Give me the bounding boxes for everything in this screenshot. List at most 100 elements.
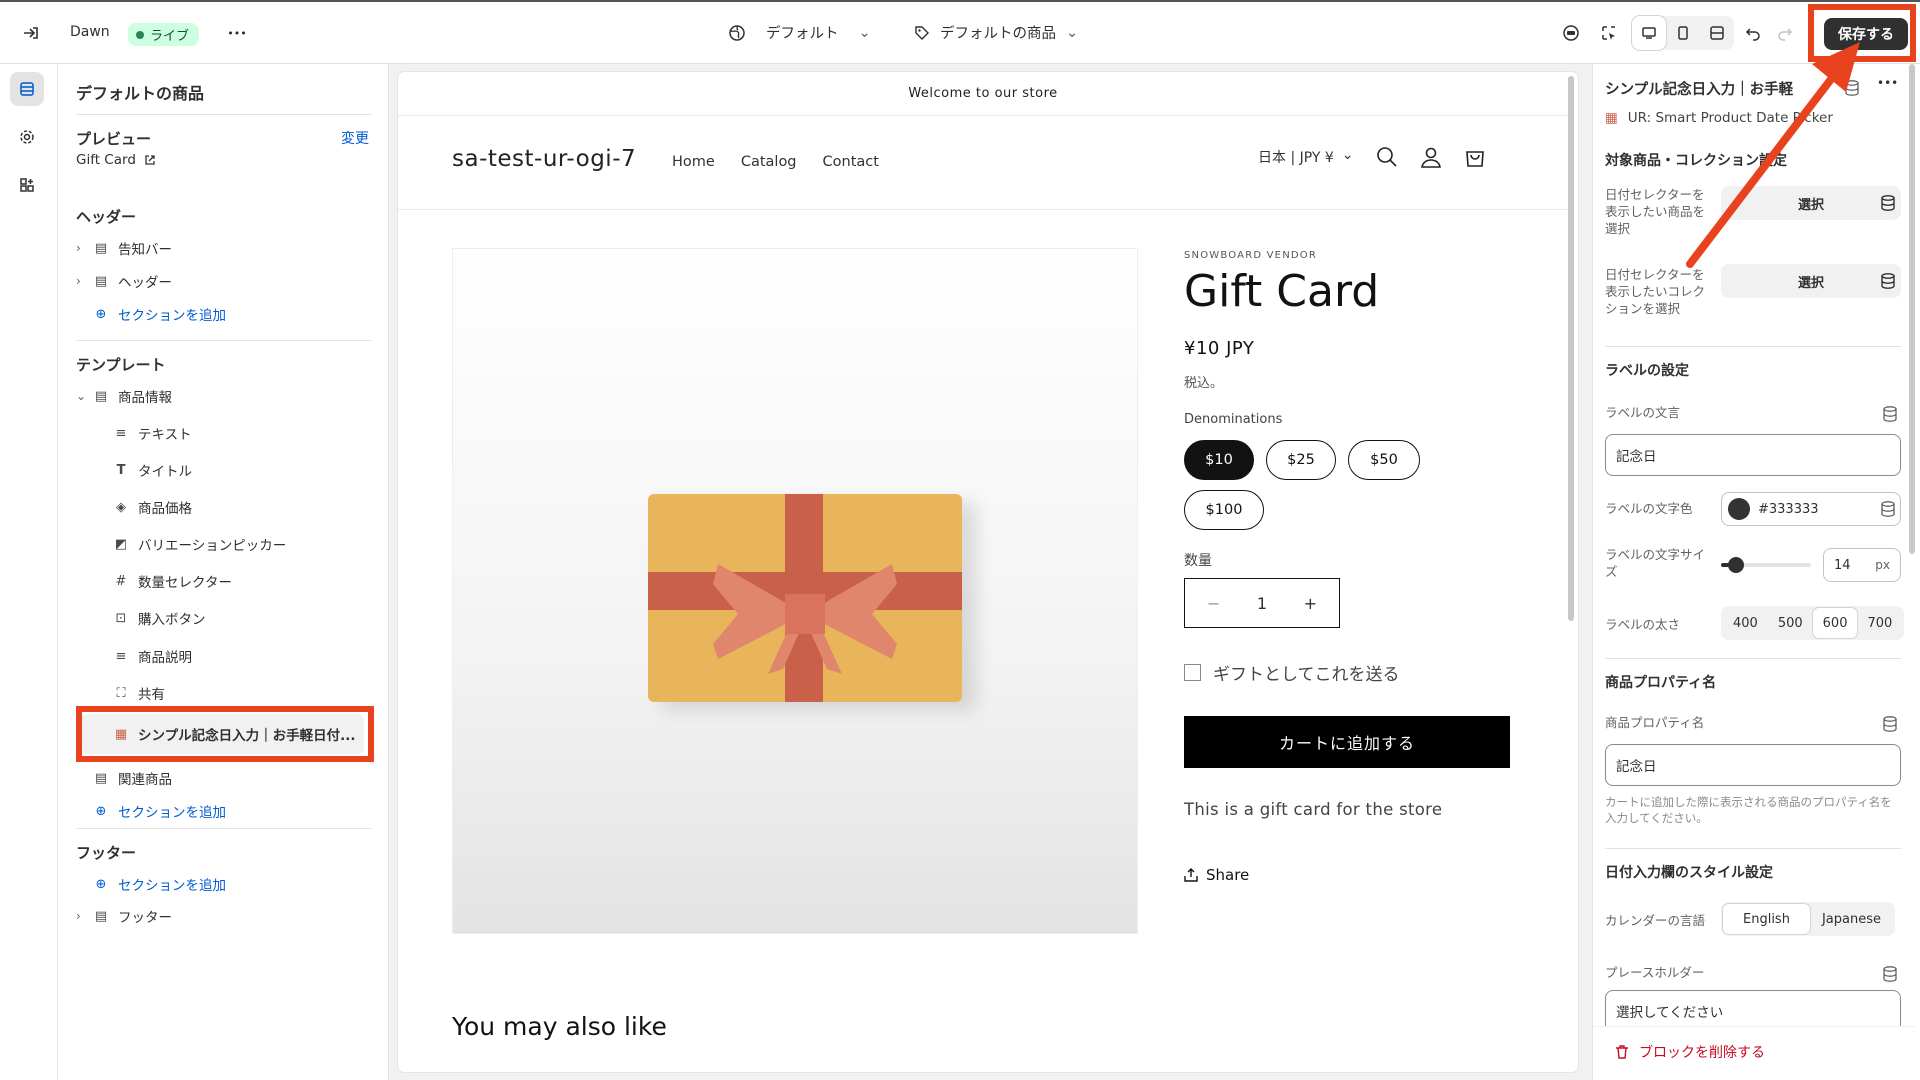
search-icon[interactable] [1376,146,1398,168]
preview-product-label: Gift Card [76,152,136,168]
more-options-button[interactable]: ••• [220,16,254,50]
nav-link-contact[interactable]: Contact [823,154,879,170]
label-weight-label: ラベルの太さ [1605,617,1681,632]
block-description[interactable]: ≡ 商品説明 [112,644,192,668]
denomination-option-50[interactable]: $50 [1348,440,1420,480]
tree-item-footer[interactable]: › ▤ フッター [76,904,172,928]
product-media[interactable] [452,248,1138,934]
desktop-icon[interactable] [1632,16,1666,50]
gift-card-image [648,494,962,702]
preview-scrollbar[interactable] [1568,76,1574,621]
gift-checkbox[interactable] [1184,664,1201,681]
weight-option-600[interactable]: 600 [1812,608,1858,638]
more-options-icon[interactable]: ••• [1877,76,1898,90]
block-price[interactable]: ◈ 商品価格 [112,495,192,519]
sections-icon[interactable] [10,72,44,106]
chevron-right-icon: › [76,241,81,255]
change-preview-link[interactable]: 変更 [341,128,369,148]
plus-circle-icon: ⊕ [95,876,107,892]
store-logo[interactable]: sa-test-ur-ogi-7 [452,146,636,172]
label-size-input[interactable]: 14 px [1823,548,1901,582]
dynamic-source-icon[interactable] [1845,80,1859,96]
plus-icon[interactable]: + [1304,594,1317,613]
property-name-input[interactable]: 記念日 [1605,744,1901,786]
color-swatch[interactable] [1728,498,1750,520]
add-section-header[interactable]: ⊕ セクションを追加 [76,302,226,326]
add-to-cart-button[interactable]: カートに追加する [1184,716,1510,768]
denomination-option-100[interactable]: $100 [1184,490,1264,530]
label-color-picker[interactable]: #333333 [1721,492,1901,526]
block-title[interactable]: T タイトル [112,458,192,482]
account-icon[interactable] [1420,146,1442,168]
globe-icon [729,24,745,41]
store-header: sa-test-ur-ogi-7 Home Catalog Contact 日本… [398,116,1568,210]
block-variant-picker[interactable]: ◩ バリエーションピッカー [112,532,286,556]
slider-thumb[interactable] [1728,557,1744,573]
text-icon: ≡ [115,648,127,664]
block-buy-button[interactable]: ⊡ 購入ボタン [112,606,206,630]
add-section-template[interactable]: ⊕ セクションを追加 [76,799,226,823]
tree-item-related-products[interactable]: ▤ 関連商品 [76,766,172,790]
weight-option-400[interactable]: 400 [1723,608,1768,638]
apps-icon[interactable] [10,168,44,202]
nav-link-home[interactable]: Home [672,154,715,170]
inspector-icon[interactable] [1592,16,1626,50]
dynamic-source-icon[interactable] [1881,501,1895,517]
block-quantity-selector[interactable]: # 数量セレクター [112,569,232,593]
section-icon: ▤ [94,388,108,404]
denomination-option-10[interactable]: $10 [1184,440,1254,480]
weight-option-500[interactable]: 500 [1768,608,1813,638]
calendar-language-toggle: English Japanese [1721,902,1895,936]
calendar-language-label: カレンダーの言語 [1605,913,1706,928]
minus-icon[interactable]: − [1207,594,1220,613]
settings-scrollbar[interactable] [1909,64,1915,554]
label-size-slider[interactable] [1721,557,1811,573]
select-products-button[interactable]: 選択 [1721,186,1901,220]
fullscreen-icon[interactable] [1700,16,1734,50]
quantity-stepper: − 1 + [1184,578,1340,628]
left-panel: デフォルトの商品 プレビュー 変更 Gift Card ヘッダー › ▤ 告知バ… [58,64,389,1080]
template-selector[interactable]: デフォルトの商品 ⌄ [914,22,1078,43]
dynamic-source-icon[interactable] [1883,406,1897,422]
select-collections-button[interactable]: 選択 [1721,264,1901,298]
remove-block-button[interactable]: ブロックを削除する [1615,1042,1765,1062]
nav-link-catalog[interactable]: Catalog [741,154,797,170]
weight-option-700[interactable]: 700 [1857,608,1902,638]
app-embed-icon[interactable] [1554,16,1588,50]
external-link-icon [145,155,155,165]
add-section-footer[interactable]: ⊕ セクションを追加 [76,872,226,896]
undo-icon[interactable] [1736,16,1770,50]
chevron-down-icon: ⌄ [76,389,87,403]
language-option-english[interactable]: English [1723,904,1810,934]
dynamic-source-icon[interactable] [1883,716,1897,732]
style-heading: 日付入力欄のスタイル設定 [1605,865,1773,881]
plus-circle-icon: ⊕ [95,803,107,819]
label-weight-toggle: 400 500 600 700 [1721,606,1905,640]
language-option-japanese[interactable]: Japanese [1810,904,1893,934]
gift-checkbox-row[interactable]: ギフトとしてこれを送る [1184,660,1400,685]
recommendations-heading: You may also like [452,1012,667,1041]
cart-icon[interactable] [1464,146,1486,168]
property-name-label: 商品プロパティ名 [1605,715,1705,730]
share-button[interactable]: Share [1184,866,1249,884]
preview-product[interactable]: Gift Card [76,152,156,168]
tree-item-product-info[interactable]: ⌄ ▤ 商品情報 [76,384,172,408]
block-text[interactable]: ≡ テキスト [112,421,192,445]
denomination-option-25[interactable]: $25 [1266,440,1336,480]
locale-selector[interactable]: 日本 | JPY ¥ ⌄ [1258,147,1354,167]
default-theme-selector[interactable]: デフォルト ⌄ [728,22,871,43]
label-text-input[interactable]: 記念日 [1605,434,1901,476]
tree-item-header[interactable]: › ▤ ヘッダー [76,269,172,293]
template-heading: テンプレート [76,356,166,374]
dynamic-source-icon[interactable] [1881,273,1895,289]
mobile-icon[interactable] [1666,16,1700,50]
quantity-value[interactable]: 1 [1257,594,1267,613]
settings-gear-icon[interactable] [10,120,44,154]
tree-item-announcement-bar[interactable]: › ▤ 告知バー [76,236,172,260]
redo-icon[interactable] [1768,16,1802,50]
product-price: ¥10 JPY [1184,338,1255,359]
dynamic-source-icon[interactable] [1881,195,1895,211]
block-share[interactable]: ⛶ 共有 [112,681,165,705]
exit-icon[interactable] [14,16,48,50]
dynamic-source-icon[interactable] [1883,966,1897,982]
